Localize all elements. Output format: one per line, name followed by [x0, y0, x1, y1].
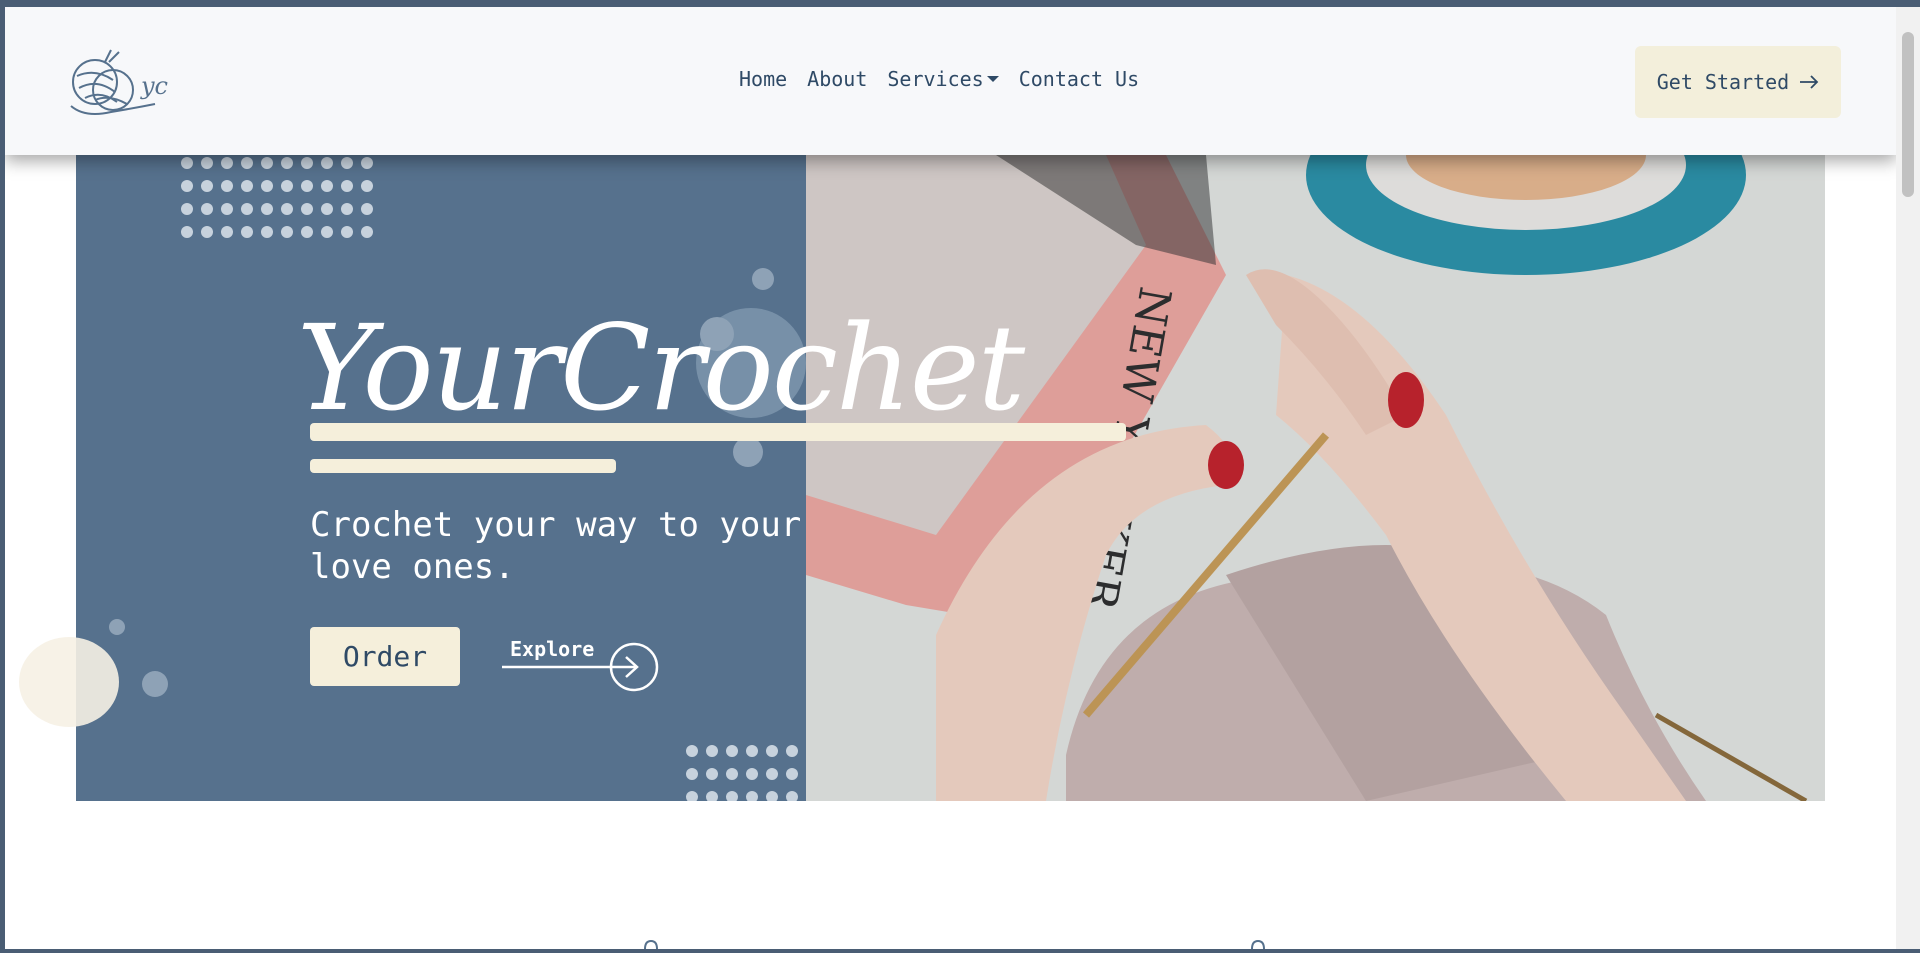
decorative-circle	[142, 671, 168, 697]
nav-about[interactable]: About	[807, 67, 867, 91]
hook-icon	[644, 939, 658, 949]
dot-grid-top	[181, 157, 373, 247]
nav-services-label: Services	[887, 67, 984, 91]
logo[interactable]: yc	[65, 42, 175, 127]
scrollbar-thumb[interactable]	[1902, 32, 1914, 197]
explore-link[interactable]: Explore	[502, 635, 662, 695]
nav-links: Home About Services Contact Us	[739, 67, 1139, 91]
nav-contact[interactable]: Contact Us	[1019, 67, 1139, 91]
decorative-circle	[109, 619, 125, 635]
hero-left-panel	[76, 155, 806, 801]
navbar: yc Home About Services Contact Us Get St…	[5, 7, 1896, 155]
yarn-logo-icon: yc	[70, 49, 168, 115]
hook-icon	[1251, 939, 1265, 949]
dot-grid-bottom	[686, 745, 806, 801]
dot-pattern-icon	[686, 745, 798, 801]
decorative-circle	[752, 268, 774, 290]
title-underline-short	[310, 459, 616, 473]
arrow-circle-icon	[502, 642, 659, 692]
order-button[interactable]: Order	[310, 627, 460, 686]
decorative-circle	[733, 437, 763, 467]
dot-pattern-icon	[181, 157, 373, 238]
nav-services-dropdown[interactable]: Services	[887, 67, 999, 91]
arrow-right-icon	[1800, 75, 1819, 89]
decorative-circle-cream	[19, 637, 119, 727]
hero-title: YourCrochet	[297, 299, 1025, 437]
hero-tagline: Crochet your way to your love ones.	[310, 505, 802, 587]
hero-image: NEW YORKER	[806, 155, 1825, 801]
crochet-hands-image: NEW YORKER	[806, 155, 1825, 801]
hero-section: NEW YORKER	[19, 155, 1825, 801]
nav-home[interactable]: Home	[739, 67, 787, 91]
caret-down-icon	[986, 76, 999, 82]
get-started-button[interactable]: Get Started	[1635, 46, 1841, 118]
get-started-label: Get Started	[1656, 70, 1790, 94]
page-scrollbar[interactable]	[1896, 7, 1920, 949]
svg-text:yc: yc	[140, 72, 168, 100]
browser-window: yc Home About Services Contact Us Get St…	[5, 7, 1896, 949]
